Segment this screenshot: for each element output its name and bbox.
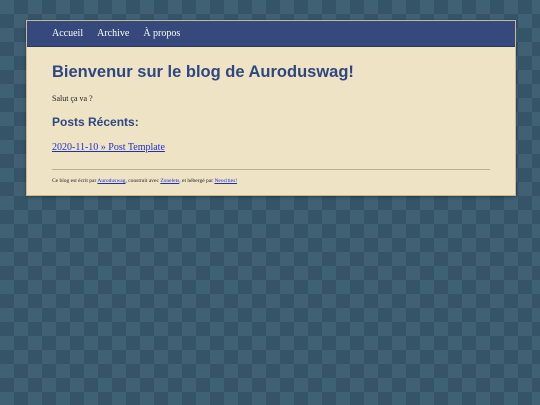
post-link[interactable]: 2020-11-10 » Post Template — [52, 142, 165, 153]
nav-link-archive[interactable]: Archive — [97, 28, 129, 39]
content-area: Bienvenur sur le blog de Auroduswag! Sal… — [27, 47, 515, 195]
neocities-link[interactable]: Neocities! — [214, 178, 237, 184]
author-link[interactable]: Auroduswag — [97, 178, 125, 184]
greeting-text: Salut ça va ? — [52, 94, 93, 103]
nav-link-a-propos[interactable]: À propos — [143, 28, 180, 39]
footer: Ce blog est écrit par Auroduswag, constr… — [52, 178, 490, 184]
recent-posts-list: 2020-11-10 » Post Template — [52, 137, 490, 155]
nav-link-accueil[interactable]: Accueil — [52, 28, 83, 39]
footer-text: , construit avec — [125, 178, 161, 184]
zonelets-link[interactable]: Zonelets — [160, 178, 179, 184]
main-container: Accueil Archive À propos Bienvenur sur l… — [26, 20, 516, 196]
footer-text: , et hébergé par — [179, 178, 215, 184]
recent-posts-heading: Posts Récents: — [52, 115, 139, 129]
page-title: Bienvenur sur le blog de Auroduswag! — [52, 63, 354, 81]
footer-divider — [52, 169, 490, 170]
footer-text: Ce blog est écrit par — [52, 178, 98, 184]
navbar: Accueil Archive À propos — [27, 21, 515, 47]
